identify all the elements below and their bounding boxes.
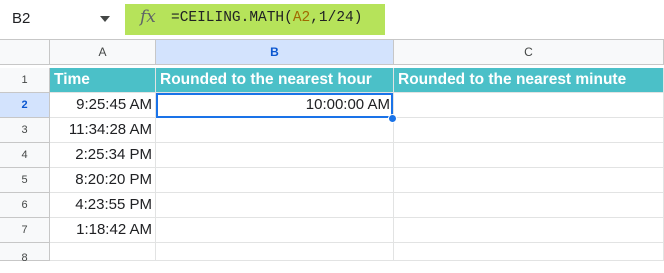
cell-c6[interactable] <box>394 193 664 218</box>
formula-input[interactable]: =CEILING.MATH(A2,1/24) <box>171 10 362 26</box>
cell-c2[interactable] <box>394 93 664 118</box>
column-header-c[interactable]: C <box>394 40 664 65</box>
row-header-7[interactable]: 7 <box>0 218 50 243</box>
name-box[interactable]: B2 <box>0 0 124 39</box>
cell-a7[interactable]: 1:18:42 AM <box>50 218 156 243</box>
cell-c5[interactable] <box>394 168 664 193</box>
cell-c3[interactable] <box>394 118 664 143</box>
cell-a8[interactable] <box>50 243 156 261</box>
cell-b1[interactable]: Rounded to the nearest hour <box>156 68 394 93</box>
cell-a1[interactable]: Time <box>50 68 156 93</box>
row-header-3[interactable]: 3 <box>0 118 50 143</box>
row-header-5[interactable]: 5 <box>0 168 50 193</box>
formula-bar: B2 fx =CEILING.MATH(A2,1/24) <box>0 0 664 39</box>
cell-c8[interactable] <box>394 243 664 261</box>
name-box-value: B2 <box>12 10 31 27</box>
cell-b6[interactable] <box>156 193 394 218</box>
row-header-4[interactable]: 4 <box>0 143 50 168</box>
cell-a3[interactable]: 11:34:28 AM <box>50 118 156 143</box>
spreadsheet-grid: A B C 1 2 3 4 5 6 7 8 Time Rounded to th… <box>0 40 664 264</box>
cell-c7[interactable] <box>394 218 664 243</box>
column-header-a[interactable]: A <box>50 40 156 65</box>
cell-b3[interactable] <box>156 118 394 143</box>
cell-b4[interactable] <box>156 143 394 168</box>
active-cell-selection <box>156 93 393 118</box>
column-header-b[interactable]: B <box>156 40 394 65</box>
row-header-8[interactable]: 8 <box>0 243 50 264</box>
cell-b8[interactable] <box>156 243 394 261</box>
cell-a2[interactable]: 9:25:45 AM <box>50 93 156 118</box>
formula-prefix: =CEILING.MATH( <box>171 10 293 26</box>
cell-c4[interactable] <box>394 143 664 168</box>
cell-a5[interactable]: 8:20:20 PM <box>50 168 156 193</box>
cell-c1[interactable]: Rounded to the nearest minute <box>394 68 664 93</box>
cell-a6[interactable]: 4:23:55 PM <box>50 193 156 218</box>
select-all-corner[interactable] <box>0 40 50 65</box>
cell-b7[interactable] <box>156 218 394 243</box>
row-header-6[interactable]: 6 <box>0 193 50 218</box>
formula-suffix: ,1/24) <box>310 10 363 26</box>
chevron-down-icon[interactable] <box>100 16 110 22</box>
formula-cell-reference: A2 <box>292 10 311 26</box>
cell-a4[interactable]: 2:25:34 PM <box>50 143 156 168</box>
cell-b5[interactable] <box>156 168 394 193</box>
row-header-1[interactable]: 1 <box>0 68 50 93</box>
fx-icon: fx <box>140 7 156 27</box>
row-header-2[interactable]: 2 <box>0 93 50 118</box>
fill-handle[interactable] <box>388 114 397 123</box>
